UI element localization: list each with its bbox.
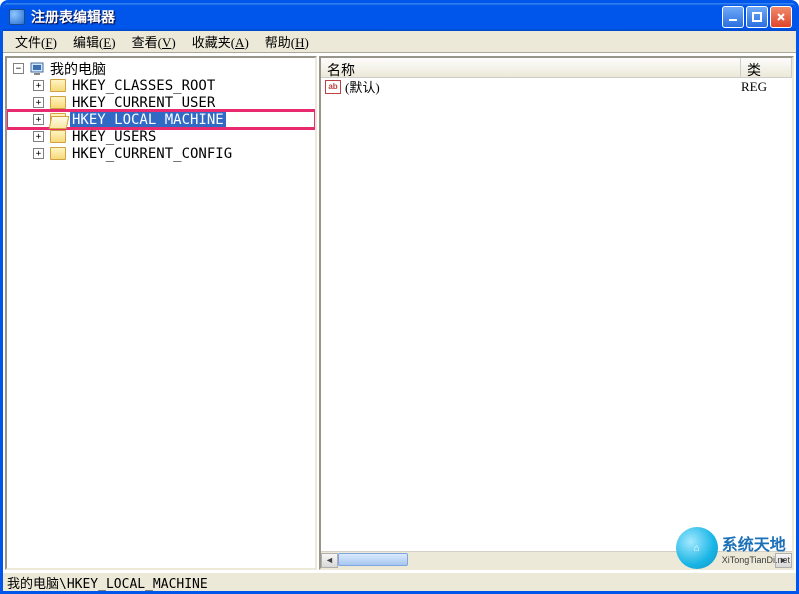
maximize-button[interactable] (746, 6, 768, 28)
menu-favorites[interactable]: 收藏夹(A) (184, 30, 257, 53)
tree-item-hkcr[interactable]: + HKEY_CLASSES_ROOT (7, 77, 315, 94)
folder-open-icon (50, 113, 66, 126)
computer-icon (30, 62, 46, 76)
tree-item-label: HKEY_LOCAL_MACHINE (70, 112, 226, 128)
list-header: 名称 类 (321, 58, 792, 78)
scroll-left-icon[interactable]: ◄ (321, 553, 338, 568)
tree-item-label: HKEY_USERS (70, 129, 158, 145)
window-controls (722, 6, 792, 28)
content-area: − 我的电脑 + HKEY_CLASSES_ROOT + HKEY_CURREN… (3, 53, 796, 572)
regedit-icon (9, 9, 25, 25)
folder-icon (50, 96, 66, 109)
expand-icon[interactable]: + (33, 80, 44, 91)
folder-icon (50, 147, 66, 160)
tree-panel[interactable]: − 我的电脑 + HKEY_CLASSES_ROOT + HKEY_CURREN… (5, 56, 317, 570)
tree-item-label: HKEY_CURRENT_USER (70, 95, 217, 111)
titlebar[interactable]: 注册表编辑器 (3, 3, 796, 31)
status-bar: 我的电脑\HKEY_LOCAL_MACHINE (3, 572, 796, 591)
value-type: REG (741, 79, 767, 95)
close-button[interactable] (770, 6, 792, 28)
tree-item-hklm[interactable]: + HKEY_LOCAL_MACHINE (7, 111, 315, 128)
column-header-name[interactable]: 名称 (321, 58, 741, 77)
scroll-thumb[interactable] (338, 553, 408, 566)
tree-root[interactable]: − 我的电脑 (7, 60, 315, 77)
scroll-right-icon[interactable]: ► (775, 553, 792, 568)
string-value-icon: ab (325, 80, 341, 94)
expand-icon[interactable]: + (33, 148, 44, 159)
tree-item-hkcc[interactable]: + HKEY_CURRENT_CONFIG (7, 145, 315, 162)
menu-file[interactable]: 文件(F) (7, 30, 65, 53)
status-path: 我的电脑\HKEY_LOCAL_MACHINE (7, 573, 208, 592)
collapse-icon[interactable]: − (13, 63, 24, 74)
folder-icon (50, 79, 66, 92)
tree-item-hku[interactable]: + HKEY_USERS (7, 128, 315, 145)
menu-edit[interactable]: 编辑(E) (65, 30, 124, 53)
expand-icon[interactable]: + (33, 97, 44, 108)
list-body[interactable]: ab (默认) REG (321, 78, 792, 551)
minimize-button[interactable] (722, 6, 744, 28)
horizontal-scrollbar[interactable]: ◄ ► (321, 551, 792, 568)
expand-icon[interactable]: + (33, 114, 44, 125)
tree-item-label: HKEY_CURRENT_CONFIG (70, 146, 234, 162)
column-header-type[interactable]: 类 (741, 58, 792, 77)
tree-item-label: HKEY_CLASSES_ROOT (70, 78, 217, 94)
tree-root-label: 我的电脑 (48, 59, 108, 79)
folder-icon (50, 130, 66, 143)
menu-help[interactable]: 帮助(H) (257, 30, 317, 53)
registry-editor-window: 注册表编辑器 文件(F) 编辑(E) 查看(V) 收藏夹(A) 帮助(H) − (0, 0, 799, 594)
menu-bar: 文件(F) 编辑(E) 查看(V) 收藏夹(A) 帮助(H) (3, 31, 796, 53)
tree-item-hkcu[interactable]: + HKEY_CURRENT_USER (7, 94, 315, 111)
list-row[interactable]: ab (默认) REG (321, 78, 792, 95)
values-panel: 名称 类 ab (默认) REG ◄ ► (319, 56, 794, 570)
value-name: (默认) (345, 78, 741, 96)
expand-icon[interactable]: + (33, 131, 44, 142)
window-title: 注册表编辑器 (31, 7, 722, 27)
scroll-track[interactable] (338, 553, 775, 568)
menu-view[interactable]: 查看(V) (124, 30, 184, 53)
